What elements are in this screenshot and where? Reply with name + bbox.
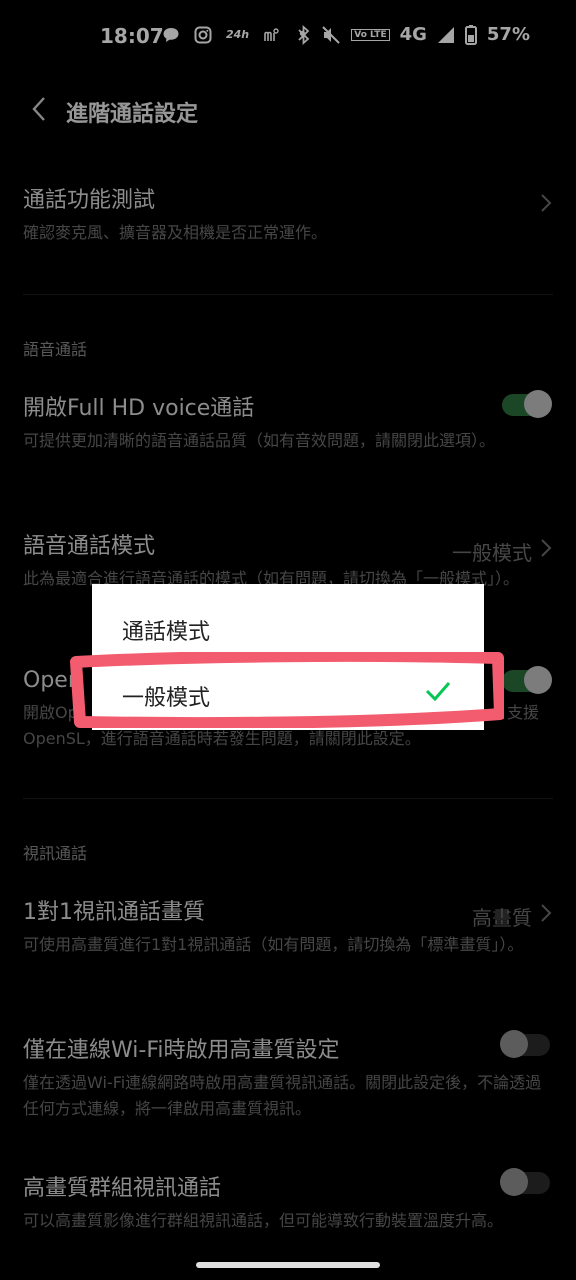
home-indicator[interactable] — [196, 1262, 380, 1268]
red-highlight-annotation — [70, 652, 504, 728]
option-call-mode[interactable]: 通話模式 — [122, 614, 210, 646]
